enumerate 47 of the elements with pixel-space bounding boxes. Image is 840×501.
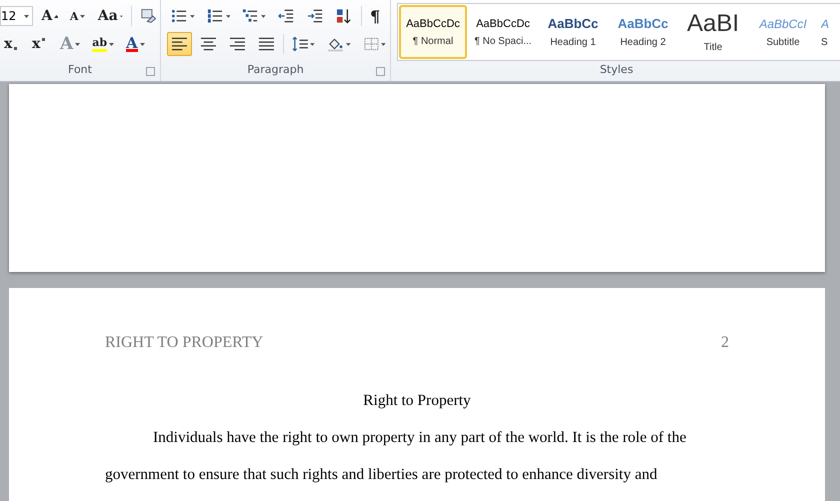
font-color-button[interactable]: A bbox=[122, 32, 149, 56]
change-case-button[interactable]: Aa bbox=[94, 4, 127, 28]
multilevel-list-icon bbox=[242, 8, 260, 24]
highlight-button[interactable]: ab bbox=[88, 32, 118, 56]
subscript-mark-icon bbox=[14, 47, 18, 50]
caret-icon bbox=[190, 14, 195, 18]
caret-icon bbox=[109, 42, 114, 46]
show-marks-button[interactable]: ¶ bbox=[366, 4, 390, 28]
justify-icon bbox=[258, 36, 275, 52]
decrease-indent-icon bbox=[278, 8, 295, 24]
font-size-field[interactable]: 12 bbox=[0, 6, 34, 26]
align-center-icon bbox=[200, 36, 217, 52]
caret-icon bbox=[140, 42, 145, 46]
body-paragraph: Individuals have the right to own property in any part of the world. It is the role of the government to ensure that such rights and liberties are protected to enhance diversity and bbox=[105, 428, 688, 485]
bullet-list-icon bbox=[171, 8, 188, 24]
caret-icon bbox=[24, 14, 30, 18]
grow-font-button[interactable]: A bbox=[37, 4, 62, 28]
caret-icon bbox=[120, 14, 123, 18]
document-title: Right to Property bbox=[362, 391, 472, 411]
shrink-font-button[interactable]: A bbox=[66, 4, 90, 28]
caret-up-icon bbox=[54, 14, 58, 18]
caret-icon bbox=[381, 42, 386, 46]
align-left-icon bbox=[171, 36, 188, 52]
subscript-button[interactable]: x bbox=[0, 32, 24, 56]
group-label: Styles bbox=[598, 62, 634, 78]
caret-icon bbox=[261, 14, 266, 18]
numbered-list-icon bbox=[206, 8, 224, 24]
paint-bucket-icon bbox=[327, 36, 344, 52]
align-left-button[interactable] bbox=[167, 32, 192, 56]
caret-icon bbox=[310, 42, 316, 46]
align-right-icon bbox=[228, 36, 246, 52]
page-number: 2 bbox=[721, 334, 729, 352]
group-label: Paragraph bbox=[246, 62, 305, 78]
eraser-icon bbox=[140, 8, 156, 24]
caret-icon bbox=[226, 14, 230, 18]
increase-indent-icon bbox=[307, 8, 324, 24]
caret-icon bbox=[75, 42, 80, 46]
caret-icon bbox=[346, 42, 351, 46]
caret-icon bbox=[80, 14, 86, 18]
page-header: RIGHT TO PROPERTY bbox=[105, 334, 264, 352]
superscript-mark-icon bbox=[42, 38, 46, 41]
superscript-button[interactable]: x bbox=[28, 32, 52, 56]
borders-icon bbox=[362, 36, 380, 52]
style-option[interactable]: AaBbCcDc ¶ Normal bbox=[399, 5, 467, 60]
sort-icon bbox=[336, 8, 354, 24]
line-spacing-icon bbox=[292, 36, 308, 52]
group-label: Font bbox=[67, 62, 93, 78]
